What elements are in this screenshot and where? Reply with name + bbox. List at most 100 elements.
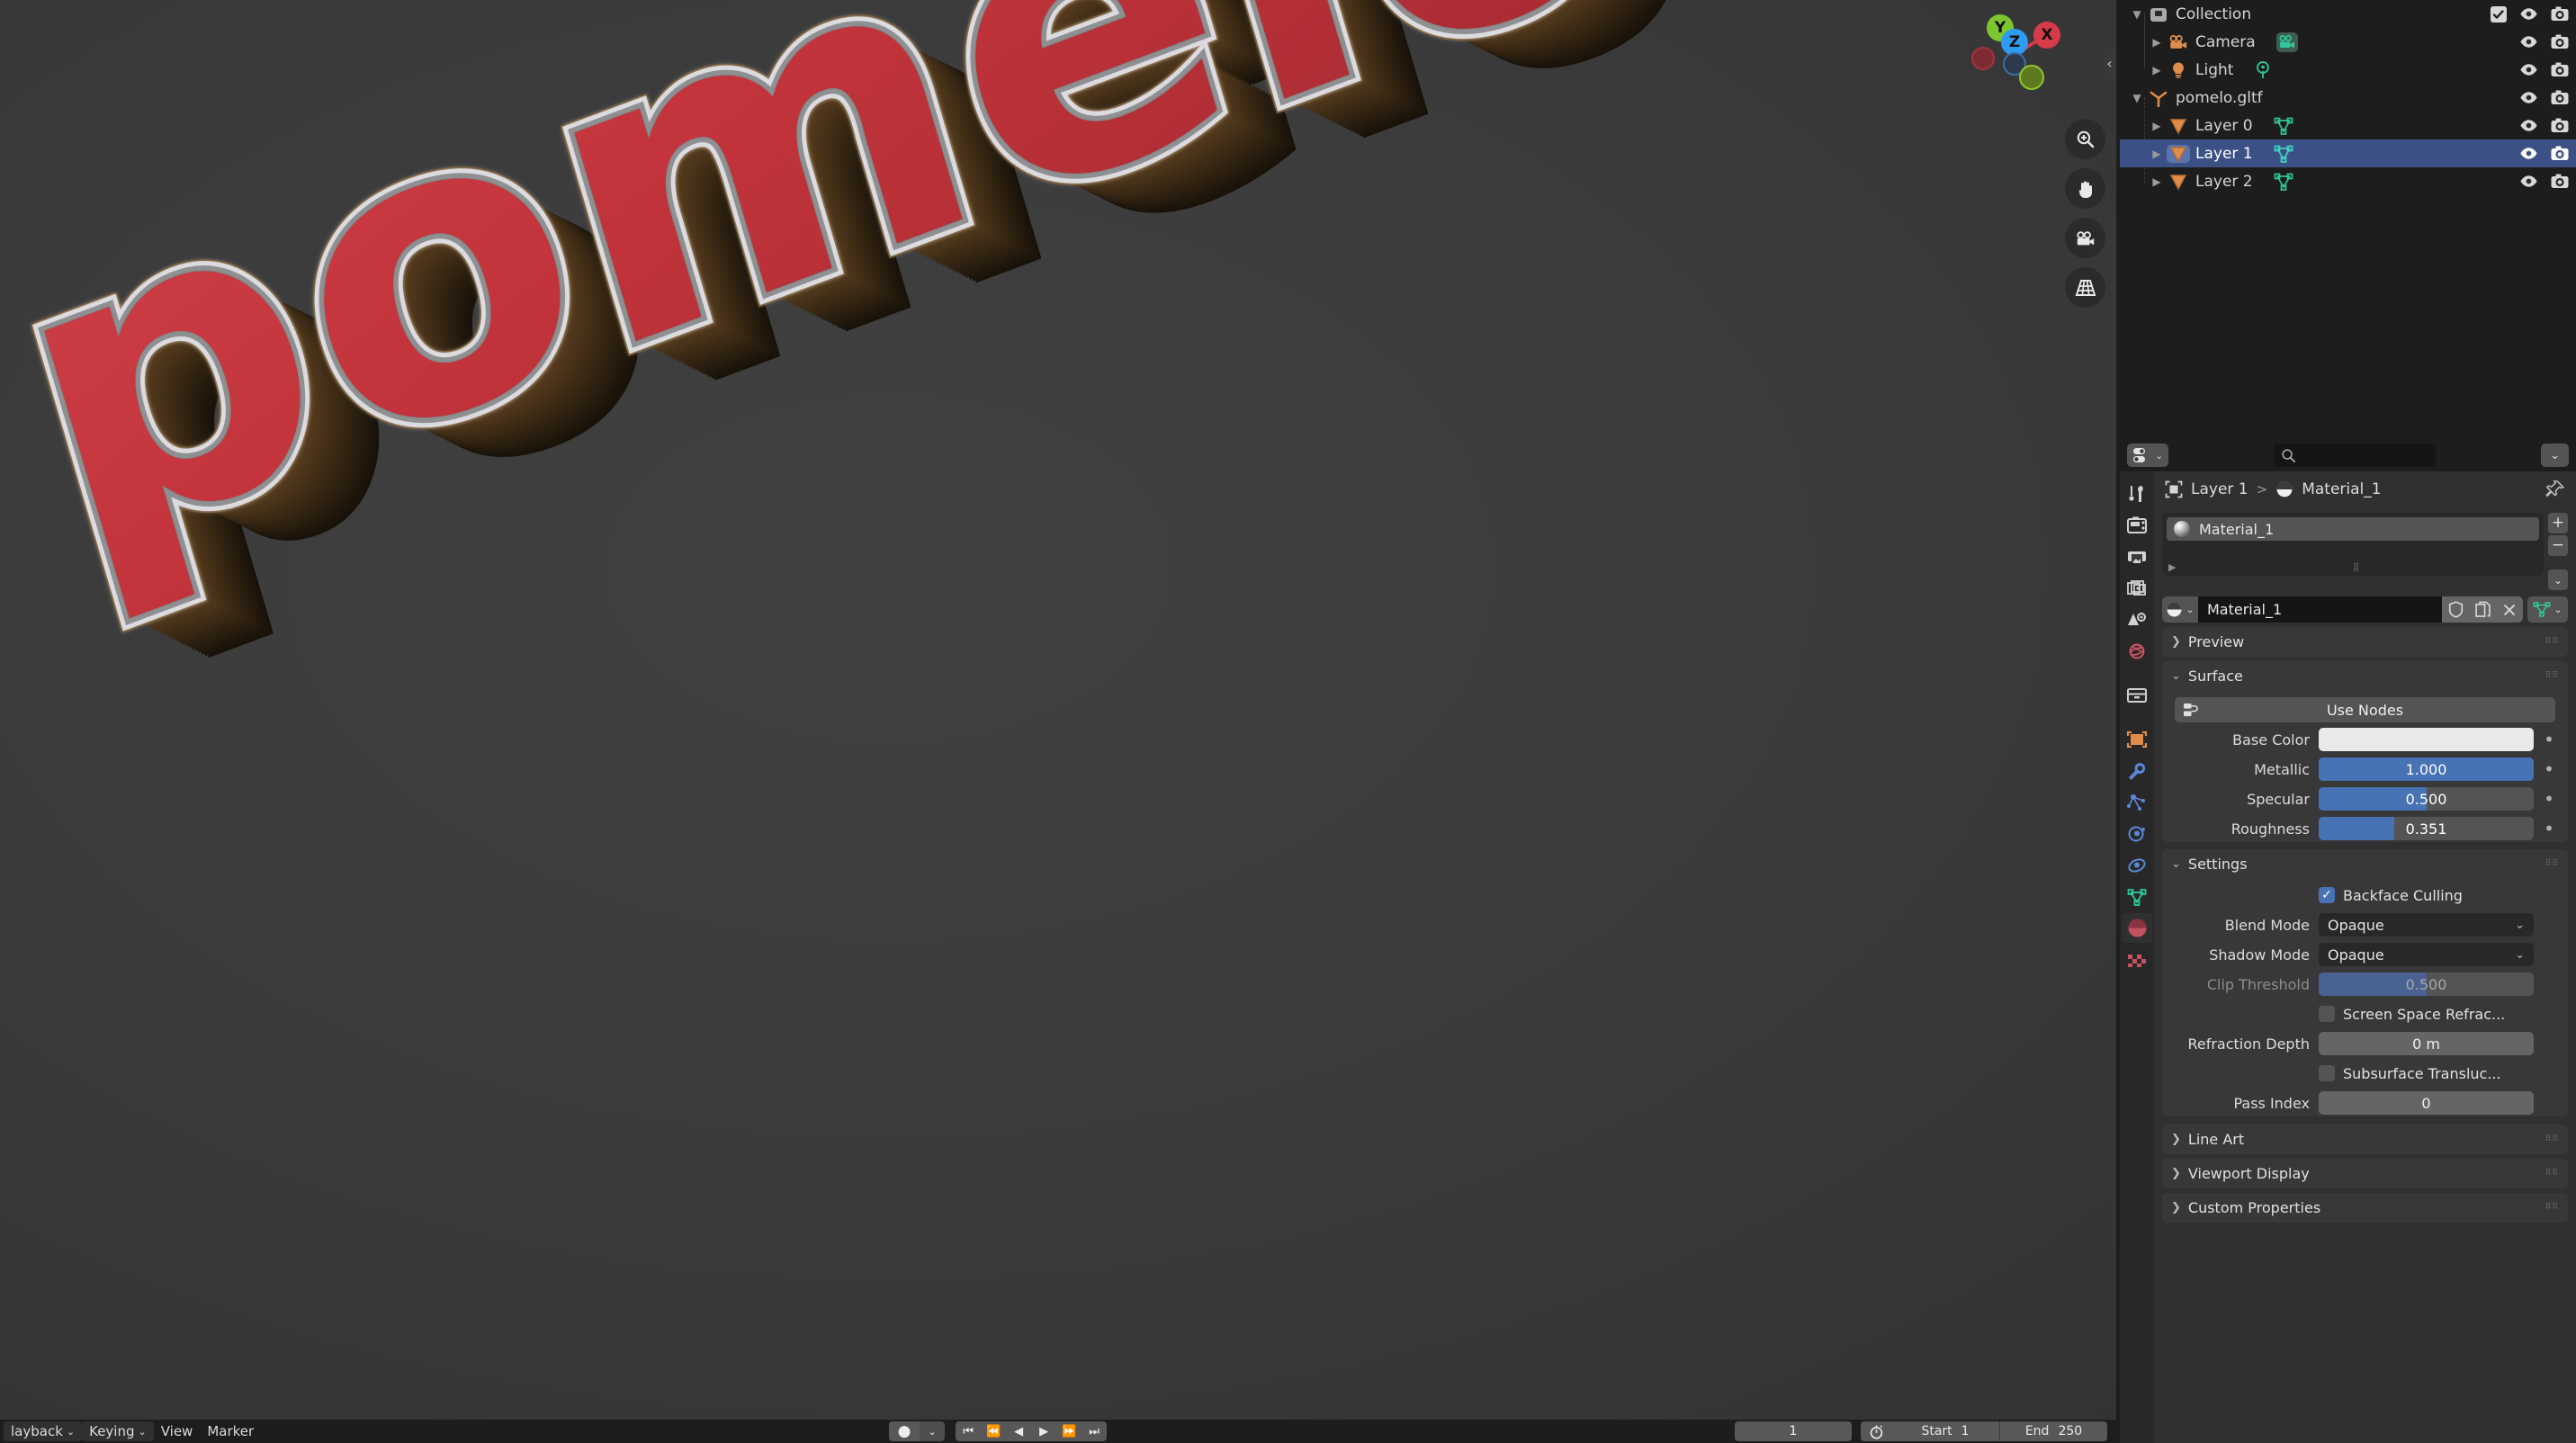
disclosure-triangle-icon[interactable]: ▼ xyxy=(2127,92,2147,104)
timeline-editor[interactable]: layback ⌄ Keying ⌄ View Marker ● ⌄ ⏮ ⏪ ◀… xyxy=(0,1420,2116,1443)
timeline-menu-playback[interactable]: layback ⌄ xyxy=(4,1421,83,1441)
timeline-menu-keying[interactable]: Keying ⌄ xyxy=(82,1421,154,1441)
toggle-perspective-button[interactable] xyxy=(2065,267,2105,308)
fake-user-button[interactable] xyxy=(2442,596,2469,623)
panel-surface-header[interactable]: ⌄ Surface ⠿⠿ xyxy=(2162,661,2568,691)
breadcrumb-material[interactable]: Material_1 xyxy=(2302,480,2381,498)
outliner-row-pomelo-gltf[interactable]: ▼ pomelo.gltf xyxy=(2120,84,2576,112)
disclosure-triangle-icon[interactable]: ▶ xyxy=(2147,64,2167,76)
specular-animate-dot[interactable]: • xyxy=(2543,790,2555,808)
zoom-tool-button[interactable] xyxy=(2065,119,2105,159)
current-frame-field[interactable]: 1 xyxy=(1735,1421,1852,1441)
gizmo-axis-y-negative[interactable] xyxy=(2019,65,2044,90)
mesh-data-icon[interactable] xyxy=(2273,116,2294,136)
panel-preview[interactable]: ❯ Preview ⠿⠿ xyxy=(2162,627,2568,657)
camera-render-icon[interactable] xyxy=(2551,146,2569,161)
breadcrumb-object[interactable]: Layer 1 xyxy=(2191,480,2248,498)
light-data-icon[interactable] xyxy=(2253,60,2275,80)
panel-line-art-header[interactable]: ❯ Line Art ⠿⠿ xyxy=(2162,1125,2568,1154)
gizmo-axis-x-negative[interactable] xyxy=(1971,47,1995,70)
outliner-row-layer-2[interactable]: ▶ Layer 2 xyxy=(2120,167,2576,195)
play-reverse-button[interactable]: ◀ xyxy=(1006,1421,1032,1441)
eye-icon[interactable] xyxy=(2519,7,2538,21)
eye-icon[interactable] xyxy=(2519,63,2538,76)
end-frame-field[interactable]: End 250 xyxy=(1999,1421,2107,1441)
camera-render-icon[interactable] xyxy=(2551,62,2569,77)
3d-text-object[interactable]: pomelo pomelo pomelo pomelo pomelo xyxy=(0,0,2051,1044)
material-slot-specials-menu[interactable]: ⌄ xyxy=(2548,569,2568,590)
eye-icon[interactable] xyxy=(2519,35,2538,49)
material-browse-button[interactable]: ⌄ xyxy=(2162,596,2198,623)
disclosure-triangle-icon[interactable]: ▶ xyxy=(2147,148,2167,160)
properties-tab-world[interactable] xyxy=(2122,636,2152,666)
auto-keying-options-button[interactable]: ⌄ xyxy=(920,1421,946,1441)
outliner-editor[interactable]: ▼ Collection ▶ Camera ▶ Light ▼ pomelo.g… xyxy=(2120,0,2576,439)
add-material-slot-button[interactable]: + xyxy=(2548,513,2568,533)
editor-type-button[interactable]: ⌄ xyxy=(2127,444,2169,467)
pan-tool-button[interactable] xyxy=(2065,168,2105,209)
refraction-depth-field[interactable]: 0 m xyxy=(2319,1032,2534,1055)
outliner-row-layer-1[interactable]: ▶ Layer 1 xyxy=(2120,139,2576,167)
metallic-slider[interactable]: 1.000 xyxy=(2319,757,2534,781)
disclosure-triangle-icon[interactable]: ▶ xyxy=(2147,36,2167,49)
eye-icon[interactable] xyxy=(2519,119,2538,132)
shadow-mode-dropdown[interactable]: Opaque ⌄ xyxy=(2319,943,2534,966)
slot-specials-arrow[interactable]: ▶ xyxy=(2168,561,2176,573)
outliner-row-collection[interactable]: ▼ Collection xyxy=(2120,0,2576,28)
panel-settings[interactable]: ⌄ Settings ⠿⠿ Backface Culling Blend Mod… xyxy=(2162,849,2568,1116)
3d-viewport[interactable]: pomelo pomelo pomelo pomelo pomelo Y Z X xyxy=(0,0,2116,1420)
panel-viewport-display[interactable]: ❯ Viewport Display ⠿⠿ xyxy=(2162,1159,2568,1188)
jump-to-start-button[interactable]: ⏮ xyxy=(956,1421,982,1441)
panel-preview-header[interactable]: ❯ Preview ⠿⠿ xyxy=(2162,627,2568,657)
properties-tab-material[interactable] xyxy=(2122,913,2152,943)
properties-tab-tool[interactable] xyxy=(2122,479,2152,508)
specular-slider[interactable]: 0.500 xyxy=(2319,787,2534,811)
panel-custom-properties[interactable]: ❯ Custom Properties ⠿⠿ xyxy=(2162,1193,2568,1223)
unlink-material-button[interactable] xyxy=(2496,596,2523,623)
play-button[interactable]: ▶ xyxy=(1031,1421,1057,1441)
material-filter-button[interactable]: ⌄ xyxy=(2527,596,2568,623)
properties-options-button[interactable]: ⌄ xyxy=(2541,444,2569,467)
properties-tab-output[interactable] xyxy=(2122,542,2152,571)
panel-surface[interactable]: ⌄ Surface ⠿⠿ Use Nodes Base Color • Meta… xyxy=(2162,661,2568,842)
eye-icon[interactable] xyxy=(2519,91,2538,104)
mesh-data-icon[interactable] xyxy=(2273,144,2294,164)
material-slot-list[interactable]: Material_1 ▶ ⣿ xyxy=(2162,513,2544,576)
roughness-animate-dot[interactable]: • xyxy=(2543,820,2555,838)
panel-viewport-display-header[interactable]: ❯ Viewport Display ⠿⠿ xyxy=(2162,1159,2568,1188)
properties-tab-constraints[interactable] xyxy=(2122,850,2152,880)
blend-mode-dropdown[interactable]: Opaque ⌄ xyxy=(2319,913,2534,937)
resize-grip-icon[interactable]: ⣿ xyxy=(2353,563,2360,572)
new-material-copy-button[interactable] xyxy=(2469,596,2496,623)
start-frame-field[interactable]: Start 1 xyxy=(1891,1421,1999,1441)
properties-tab-object[interactable] xyxy=(2122,724,2152,754)
collection-checkbox[interactable] xyxy=(2491,5,2507,22)
disclosure-triangle-icon[interactable]: ▶ xyxy=(2147,175,2167,188)
disclosure-triangle-icon[interactable]: ▼ xyxy=(2127,8,2147,21)
screen-space-refraction-checkbox[interactable] xyxy=(2319,1006,2335,1022)
camera-view-button[interactable] xyxy=(2065,218,2105,258)
properties-search-input[interactable] xyxy=(2274,444,2437,467)
pin-icon[interactable] xyxy=(2545,480,2565,499)
properties-tab-particles[interactable] xyxy=(2122,787,2152,817)
previous-keyframe-button[interactable]: ⏪ xyxy=(981,1421,1007,1441)
material-slot-item[interactable]: Material_1 xyxy=(2167,517,2539,541)
subsurface-translucency-checkbox[interactable] xyxy=(2319,1065,2335,1081)
roughness-slider[interactable]: 0.351 xyxy=(2319,817,2534,840)
disclosure-triangle-icon[interactable]: ▶ xyxy=(2147,120,2167,132)
properties-editor[interactable]: ⌄ ⌄ Layer 1 > Material_1 Material_1 ▶ ⣿ … xyxy=(2120,439,2576,1443)
navigation-gizmo[interactable]: Y Z X xyxy=(1965,5,2062,103)
base-color-animate-dot[interactable]: • xyxy=(2543,730,2555,748)
viewport-sidebar-toggle[interactable]: ‹ xyxy=(2103,47,2116,79)
properties-tab-texture[interactable] xyxy=(2122,945,2152,974)
properties-tab-physics[interactable] xyxy=(2122,819,2152,848)
outliner-row-light[interactable]: ▶ Light xyxy=(2120,56,2576,84)
properties-tab-view-layer[interactable] xyxy=(2122,573,2152,603)
camera-render-icon[interactable] xyxy=(2551,118,2569,133)
gizmo-axis-x-positive[interactable]: X xyxy=(2033,22,2060,49)
auto-keying-button[interactable]: ● xyxy=(889,1421,920,1441)
properties-tab-modifiers[interactable] xyxy=(2122,756,2152,785)
outliner-row-layer-0[interactable]: ▶ Layer 0 xyxy=(2120,112,2576,139)
properties-tab-scene[interactable] xyxy=(2122,605,2152,634)
clip-threshold-slider[interactable]: 0.500 xyxy=(2319,972,2534,996)
